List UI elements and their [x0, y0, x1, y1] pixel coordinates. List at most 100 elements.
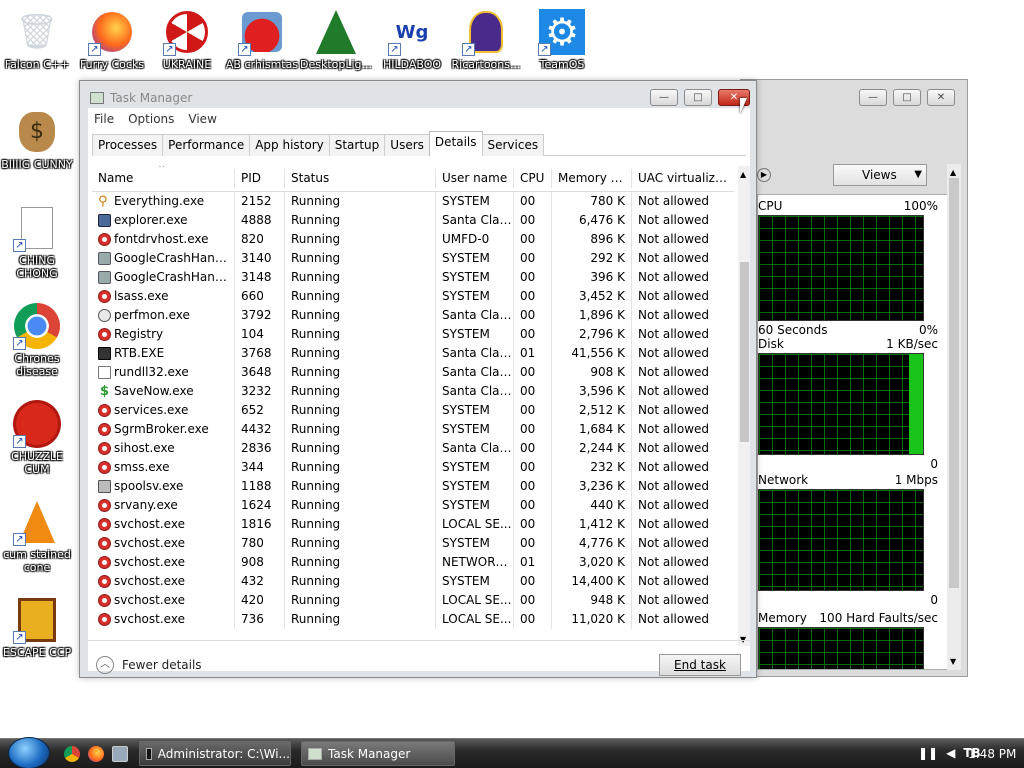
tab-users[interactable]: Users: [384, 134, 430, 156]
table-scrollbar[interactable]: ▲ ▼: [738, 166, 750, 646]
process-name-text: GoogleCrashHandler...: [114, 270, 234, 284]
desktop-icon-ching[interactable]: ↗ CHING CHONG: [0, 204, 77, 280]
desktop-icon-hildaboo[interactable]: Wg ↗ HILDABOO: [372, 8, 452, 71]
table-row[interactable]: svchost.exe 780 Running SYSTEM 00 4,776 K Not …: [92, 534, 734, 553]
table-row[interactable]: Registry 104 Running SYSTEM 00 2,796 K Not all…: [92, 325, 734, 344]
views-dropdown[interactable]: Views ▼: [833, 164, 927, 186]
column-header-uac[interactable]: UAC virtualizat...: [632, 169, 734, 188]
tab-startup[interactable]: Startup: [328, 134, 386, 156]
table-row[interactable]: svchost.exe 736 Running LOCAL SE... 00 11,020…: [92, 610, 734, 629]
table-row[interactable]: spoolsv.exe 1188 Running SYSTEM 00 3,236 K Not…: [92, 477, 734, 496]
tab-processes[interactable]: Processes: [92, 134, 164, 156]
desktop-icon-ukraine[interactable]: ↗ UKRAINE: [147, 8, 227, 71]
process-icon: [98, 233, 111, 246]
table-row[interactable]: sihost.exe 2836 Running Santa Claus 00 2,244 …: [92, 439, 734, 458]
desktop-icon-chrones[interactable]: ↗ Chrones disease: [0, 302, 77, 378]
clock[interactable]: 1:48 PM: [968, 747, 1016, 761]
taskbar-button-cmd[interactable]: Administrator: C:\Wi...: [139, 741, 291, 766]
chrome-icon[interactable]: [64, 746, 80, 762]
process-uac: Not allowed: [638, 384, 710, 398]
show-desktop-icon[interactable]: [112, 746, 128, 762]
table-row[interactable]: srvany.exe 1624 Running SYSTEM 00 440 K Not al…: [92, 496, 734, 515]
end-task-button[interactable]: End task: [659, 654, 741, 676]
process-name-text: Everything.exe: [114, 194, 205, 208]
desktop-icon-escape[interactable]: ↗ ESCAPE CCP: [0, 596, 77, 659]
table-row[interactable]: lsass.exe 660 Running SYSTEM 00 3,452 K Not al…: [92, 287, 734, 306]
maximize-button[interactable]: □: [684, 89, 712, 106]
table-row[interactable]: rundll32.exe 3648 Running Santa Claus 00 908 …: [92, 363, 734, 382]
tab-app-history[interactable]: App history: [249, 134, 330, 156]
tab-performance[interactable]: Performance: [162, 134, 251, 156]
column-header-pid[interactable]: PID: [235, 169, 285, 188]
table-row[interactable]: ⚲ Everything.exe 2152 Running SYSTEM 00 780 K N…: [92, 192, 734, 211]
desktop-icon-ricartoons[interactable]: ↗ Ricartoons...: [446, 8, 526, 71]
process-status: Running: [285, 553, 436, 572]
table-row[interactable]: svchost.exe 908 Running NETWORK... 01 3,020 K…: [92, 553, 734, 572]
scroll-up-icon[interactable]: ▲: [950, 168, 956, 177]
process-name-text: services.exe: [114, 403, 189, 417]
close-button[interactable]: ✕: [927, 89, 955, 106]
fewer-details-link[interactable]: ︿ Fewer details: [96, 656, 202, 674]
desktop-icon-teamos[interactable]: ⚙ ↗ TeamOS: [522, 8, 602, 71]
table-row[interactable]: explorer.exe 4888 Running Santa Claus 00 6,47…: [92, 211, 734, 230]
desktop-icon-ab[interactable]: ↗ AB crhismtas: [222, 8, 302, 71]
desktop-icon-cone[interactable]: ↗ cum stained cone: [0, 498, 77, 574]
column-header-user[interactable]: User name: [436, 169, 514, 188]
table-row[interactable]: svchost.exe 432 Running SYSTEM 00 14,400 K Not…: [92, 572, 734, 591]
start-button[interactable]: [8, 737, 50, 768]
minimize-button[interactable]: —: [859, 89, 887, 106]
process-name-text: spoolsv.exe: [114, 479, 184, 493]
process-icon: [98, 442, 111, 455]
desktop-icon-chuzzle[interactable]: ↗ CHUZZLE CUM: [0, 400, 77, 476]
table-row[interactable]: smss.exe 344 Running SYSTEM 00 232 K Not allow…: [92, 458, 734, 477]
tab-services[interactable]: Services: [481, 134, 545, 156]
column-header-status[interactable]: Status: [285, 169, 436, 188]
perf-scrollbar[interactable]: ▲ ▼: [947, 164, 961, 670]
window-titlebar[interactable]: Task Manager: [90, 91, 192, 105]
column-header-memory[interactable]: Memory (a...: [552, 169, 632, 188]
tray-expand-icon[interactable]: ❚❚: [918, 746, 938, 760]
process-name-text: svchost.exe: [114, 555, 185, 569]
table-row[interactable]: GoogleCrashHandler...3140RunningSYSTEM00…: [92, 249, 734, 268]
chevron-right-icon[interactable]: ▶: [757, 168, 771, 182]
window-titlebar[interactable]: — □ ✕: [741, 80, 967, 116]
disk-graph-max: 1 KB/sec: [886, 337, 938, 351]
table-row[interactable]: $ SaveNow.exe 3232 Running Santa Claus 00 3,59…: [92, 382, 734, 401]
scroll-thumb[interactable]: [949, 178, 959, 588]
table-row[interactable]: GoogleCrashHandler...3148RunningSYSTEM00…: [92, 268, 734, 287]
table-row[interactable]: perfmon.exe 3792 Running Santa Claus 00 1,896…: [92, 306, 734, 325]
menu-file[interactable]: File: [94, 112, 114, 126]
desktop-icon-falcon[interactable]: 🗑 Falcon C++: [0, 8, 77, 72]
performance-monitor-window[interactable]: — □ ✕ Views ▼ ▶ CPU 100% 60 Seconds 0% Dis…: [740, 79, 968, 677]
desktop-icon-label: ESCAPE CCP: [2, 646, 72, 659]
firefox-icon[interactable]: [88, 746, 104, 762]
network-graph-min: 0: [930, 593, 938, 607]
process-name-text: fontdrvhost.exe: [114, 232, 209, 246]
scroll-thumb[interactable]: [740, 262, 749, 442]
column-header-cpu[interactable]: CPU: [514, 169, 552, 188]
scroll-down-icon[interactable]: ▼: [950, 657, 956, 666]
table-row[interactable]: fontdrvhost.exe 820 Running UMFD-0 00 896 K No…: [92, 230, 734, 249]
menu-view[interactable]: View: [188, 112, 216, 126]
table-row[interactable]: services.exe 652 Running SYSTEM 00 2,512 K Not…: [92, 401, 734, 420]
maximize-button[interactable]: □: [893, 89, 921, 106]
process-pid: 820: [235, 230, 285, 249]
process-user: SYSTEM: [436, 420, 514, 439]
network-graph: [758, 489, 924, 591]
desktop-icon-desktoplig[interactable]: DesktopLig...: [296, 8, 376, 71]
taskbar-button-task-manager[interactable]: Task Manager: [301, 741, 455, 766]
table-row[interactable]: SgrmBroker.exe 4432 Running SYSTEM 00 1,684 K…: [92, 420, 734, 439]
taskbar-button-label: Administrator: C:\Wi...: [157, 746, 290, 761]
menu-options[interactable]: Options: [128, 112, 174, 126]
volume-icon[interactable]: ◀: [946, 746, 955, 760]
task-manager-window[interactable]: Task Manager — □ ✕ File Options View Pro…: [79, 80, 757, 678]
table-row[interactable]: svchost.exe 420 Running LOCAL SE... 00 948 K N…: [92, 591, 734, 610]
minimize-button[interactable]: —: [650, 89, 678, 106]
scroll-up-icon[interactable]: ▲: [740, 170, 746, 179]
process-user: SYSTEM: [436, 572, 514, 591]
desktop-icon-biiiig[interactable]: $ BIIIIG CUNNY: [0, 108, 77, 171]
table-row[interactable]: RTB.EXE 3768 Running Santa Claus 01 41,556 K N…: [92, 344, 734, 363]
table-row[interactable]: svchost.exe 1816 Running LOCAL SE... 00 1,412…: [92, 515, 734, 534]
desktop-icon-furry[interactable]: ↗ Furry Cocks: [72, 8, 152, 71]
tab-details[interactable]: Details: [428, 131, 483, 156]
